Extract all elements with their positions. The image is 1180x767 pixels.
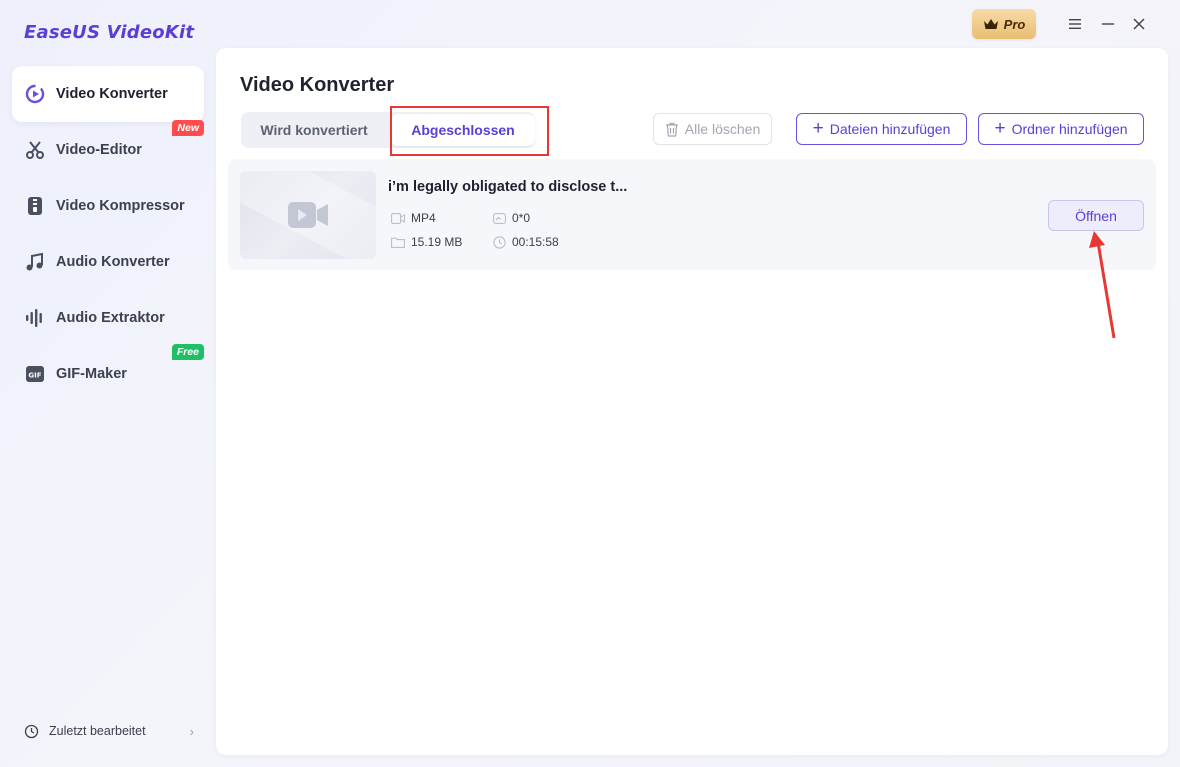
sidebar-item-video-konverter[interactable]: Video Konverter bbox=[12, 66, 204, 122]
tab-completed[interactable]: Abgeschlossen bbox=[391, 114, 535, 146]
sidebar: Video Konverter Video-Editor New Video K… bbox=[0, 0, 216, 767]
music-note-icon bbox=[24, 251, 46, 273]
pro-label: Pro bbox=[1003, 16, 1026, 32]
scissors-icon bbox=[24, 139, 46, 161]
video-convert-icon bbox=[24, 83, 46, 105]
recent-edited-link[interactable]: Zuletzt bearbeitet › bbox=[24, 720, 194, 742]
page-title: Video Konverter bbox=[240, 74, 395, 96]
add-files-label: Dateien hinzufügen bbox=[829, 121, 951, 137]
sidebar-item-label: Video Kompressor bbox=[56, 198, 185, 214]
file-resolution-value: 0*0 bbox=[512, 211, 531, 225]
close-icon bbox=[1133, 18, 1145, 30]
compress-icon bbox=[24, 195, 46, 217]
main-panel: Video Konverter Wird konvertiert Abgesch… bbox=[216, 48, 1168, 755]
add-files-button[interactable]: + Dateien hinzufügen bbox=[796, 113, 967, 145]
sidebar-item-video-editor[interactable]: Video-Editor New bbox=[12, 120, 204, 178]
file-duration: 00:15:58 bbox=[493, 235, 559, 249]
plus-icon: + bbox=[994, 117, 1006, 139]
gif-icon: GIF bbox=[24, 363, 46, 385]
file-name: i’m legally obligated to disclose t... bbox=[388, 179, 628, 195]
clock-icon bbox=[493, 235, 506, 249]
video-thumbnail bbox=[240, 171, 376, 259]
clear-all-label: Alle löschen bbox=[684, 121, 761, 137]
tab-converting[interactable]: Wird konvertiert bbox=[241, 112, 387, 148]
menu-button[interactable] bbox=[1063, 12, 1087, 36]
sidebar-item-audio-konverter[interactable]: Audio Konverter bbox=[12, 234, 204, 290]
file-format-value: MP4 bbox=[411, 211, 436, 225]
close-button[interactable] bbox=[1127, 12, 1151, 36]
hamburger-menu-icon bbox=[1069, 19, 1081, 29]
tab-bar: Wird konvertiert Abgeschlossen bbox=[241, 112, 535, 148]
sidebar-item-label: Audio Extraktor bbox=[56, 310, 165, 326]
file-format: MP4 bbox=[391, 211, 436, 225]
sidebar-item-video-kompressor[interactable]: Video Kompressor bbox=[12, 178, 204, 234]
sidebar-item-label: GIF-Maker bbox=[56, 366, 127, 382]
crown-icon bbox=[983, 19, 998, 29]
open-button[interactable]: Öffnen bbox=[1048, 200, 1144, 231]
file-size-value: 15.19 MB bbox=[411, 235, 463, 249]
sidebar-item-label: Video Konverter bbox=[56, 86, 168, 102]
clock-icon bbox=[24, 724, 39, 738]
trash-icon bbox=[665, 122, 678, 137]
add-folder-button[interactable]: + Ordner hinzufügen bbox=[978, 113, 1144, 145]
recent-label: Zuletzt bearbeitet bbox=[49, 724, 146, 738]
video-camera-icon bbox=[288, 202, 328, 228]
sidebar-item-label: Video-Editor bbox=[56, 142, 142, 158]
new-badge: New bbox=[172, 120, 204, 136]
sidebar-item-label: Audio Konverter bbox=[56, 254, 170, 270]
clear-all-button[interactable]: Alle löschen bbox=[653, 113, 772, 145]
sidebar-item-audio-extraktor[interactable]: Audio Extraktor bbox=[12, 290, 204, 346]
folder-icon bbox=[391, 237, 405, 248]
pro-button[interactable]: Pro bbox=[972, 9, 1036, 39]
minimize-icon bbox=[1102, 23, 1114, 25]
chevron-right-icon: › bbox=[189, 723, 194, 739]
plus-icon: + bbox=[812, 117, 824, 139]
list-item: i’m legally obligated to disclose t... M… bbox=[228, 159, 1156, 270]
resolution-icon bbox=[493, 212, 506, 224]
file-duration-value: 00:15:58 bbox=[512, 235, 559, 249]
file-resolution: 0*0 bbox=[493, 211, 530, 225]
video-format-icon bbox=[391, 212, 405, 224]
sidebar-item-gif-maker[interactable]: GIF GIF-Maker Free bbox=[12, 344, 204, 402]
minimize-button[interactable] bbox=[1096, 12, 1120, 36]
free-badge: Free bbox=[171, 344, 204, 360]
add-folder-label: Ordner hinzufügen bbox=[1011, 121, 1128, 137]
file-size: 15.19 MB bbox=[391, 235, 462, 249]
audio-waveform-icon bbox=[24, 307, 46, 329]
svg-text:GIF: GIF bbox=[28, 372, 41, 380]
